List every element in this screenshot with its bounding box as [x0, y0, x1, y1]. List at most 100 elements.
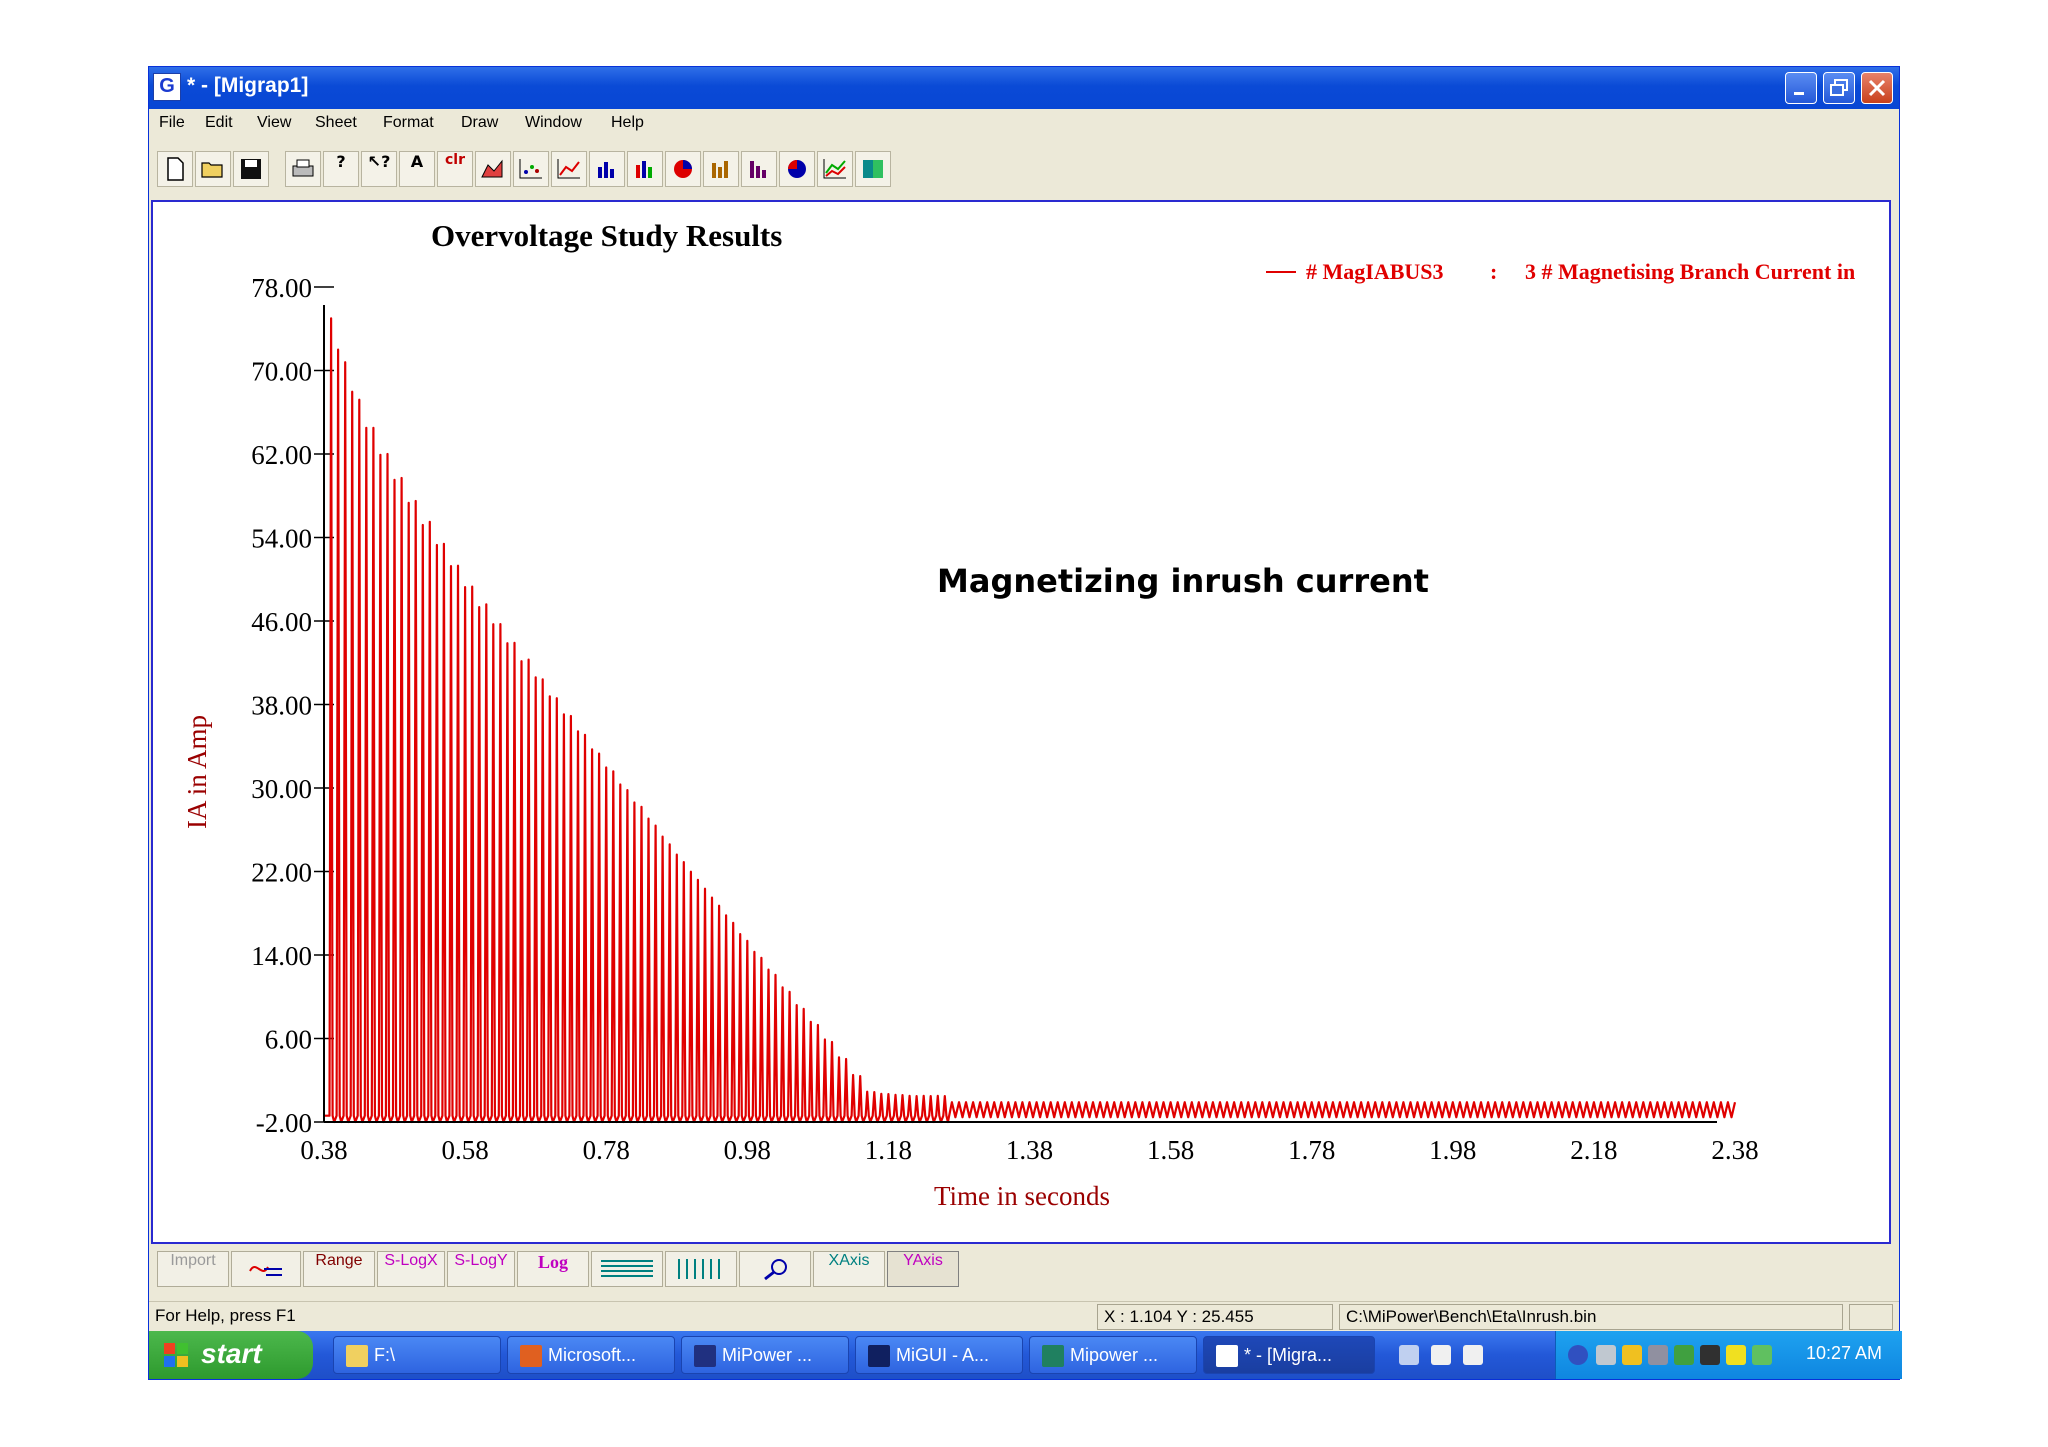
new-doc-icon[interactable]	[157, 151, 193, 187]
clr-button[interactable]: clr	[437, 151, 473, 187]
y-tick-label: -2.00	[256, 1108, 312, 1138]
vertical-grid-button[interactable]	[665, 1251, 737, 1287]
restore-button[interactable]	[1823, 72, 1855, 104]
main-toolbar: ? ↖? A clr	[157, 151, 919, 187]
sync-icon[interactable]	[1674, 1345, 1694, 1365]
pie-chart-icon[interactable]	[665, 151, 701, 187]
menu-sheet[interactable]: Sheet	[315, 114, 357, 132]
x-axis-ticks: 0.38 0.58 0.78 0.98 1.18 1.38 1.58 1.78 1.98 2.18…	[300, 1135, 1758, 1165]
y-tick-label: 62.00	[251, 440, 312, 470]
minimize-button[interactable]	[1785, 72, 1817, 104]
bar-chart-4-icon[interactable]	[741, 151, 777, 187]
import-button[interactable]: Import	[157, 1251, 229, 1287]
bottom-toolbar: Import Range S-LogX S-LogY Log XAxis YAx…	[157, 1249, 1893, 1289]
network-icon[interactable]	[1648, 1345, 1668, 1365]
tool-icon[interactable]	[1399, 1345, 1419, 1365]
y-tick-label: 30.00	[251, 774, 312, 804]
line-chart-2-icon[interactable]	[817, 151, 853, 187]
chart-area[interactable]: Overvoltage Study Results # MagIABUS3 : …	[151, 200, 1891, 1244]
menu-help[interactable]: Help	[611, 114, 644, 132]
open-folder-icon[interactable]	[195, 151, 231, 187]
x-tick-label: 2.38	[1711, 1135, 1758, 1165]
task-mipower-2[interactable]: Mipower ...	[1029, 1336, 1197, 1374]
print-icon[interactable]	[285, 151, 321, 187]
context-help-icon[interactable]: ↖?	[361, 151, 397, 187]
restore-icon	[1830, 79, 1848, 96]
y-axis-label: IA in Amp	[182, 715, 212, 829]
horizontal-grid-button[interactable]	[591, 1251, 663, 1287]
bar-chart-3-icon[interactable]	[703, 151, 739, 187]
xaxis-button[interactable]: XAxis	[813, 1251, 885, 1287]
task-migui[interactable]: MiGUI - A...	[855, 1336, 1023, 1374]
x-tick-label: 1.38	[1006, 1135, 1053, 1165]
folder-icon	[346, 1345, 368, 1368]
keyboard-icon[interactable]	[1431, 1345, 1451, 1365]
table-icon[interactable]	[855, 151, 891, 187]
y-tick-label: 70.00	[251, 357, 312, 387]
zoom-icon	[764, 1259, 787, 1281]
x-tick-label: 1.78	[1288, 1135, 1335, 1165]
menu-bar: File Edit View Sheet Format Draw Window …	[149, 109, 1899, 137]
menu-file[interactable]: File	[159, 114, 185, 132]
menu-window[interactable]: Window	[525, 114, 582, 132]
app-icon[interactable]: G	[153, 73, 181, 101]
legend-separator: :	[1490, 259, 1497, 284]
x-tick-label: 1.18	[865, 1135, 912, 1165]
network-disconnected-icon[interactable]	[1700, 1345, 1720, 1365]
menu-draw[interactable]: Draw	[461, 114, 498, 132]
slogy-button[interactable]: S-LogY	[447, 1251, 515, 1287]
close-icon	[1868, 79, 1886, 97]
y-tick-label: 78.00	[251, 273, 312, 303]
menu-format[interactable]: Format	[383, 114, 434, 132]
line-chart-icon[interactable]	[551, 151, 587, 187]
task-microsoft[interactable]: Microsoft...	[507, 1336, 675, 1374]
usb-icon[interactable]	[1726, 1345, 1746, 1365]
migrap-icon	[1216, 1345, 1238, 1368]
y-tick-label: 14.00	[251, 941, 312, 971]
menu-edit[interactable]: Edit	[205, 114, 233, 132]
task-migrap[interactable]: * - [Migra...	[1203, 1336, 1375, 1374]
y-tick-label: 46.00	[251, 607, 312, 637]
task-label: * - [Migra...	[1244, 1345, 1333, 1365]
task-mipower[interactable]: MiPower ...	[681, 1336, 849, 1374]
start-label: start	[201, 1338, 262, 1369]
range-button[interactable]: Range	[303, 1251, 375, 1287]
area-chart-icon[interactable]	[475, 151, 511, 187]
scatter-chart-icon[interactable]	[513, 151, 549, 187]
chart-annotation: Magnetizing inrush current	[937, 562, 1429, 600]
help-icon[interactable]: ?	[323, 151, 359, 187]
powerpoint-icon	[520, 1345, 542, 1368]
bar-chart-icon[interactable]	[589, 151, 625, 187]
status-file-path: C:\MiPower\Bench\Eta\Inrush.bin	[1339, 1304, 1843, 1330]
chart-title: Overvoltage Study Results	[431, 218, 782, 253]
save-icon[interactable]	[233, 151, 269, 187]
yaxis-button[interactable]: YAxis	[887, 1251, 959, 1287]
task-label: MiGUI - A...	[896, 1345, 990, 1365]
menu-view[interactable]: View	[257, 114, 291, 132]
application-window: G * - [Migrap1] File Edit View Sheet For…	[148, 66, 1902, 1380]
help-tray-icon[interactable]	[1463, 1345, 1483, 1365]
monitor-icon[interactable]	[1596, 1345, 1616, 1365]
text-icon[interactable]: A	[399, 151, 435, 187]
shield-icon[interactable]	[1622, 1345, 1642, 1365]
status-coordinates: X : 1.104 Y : 25.455	[1097, 1304, 1333, 1330]
title-bar[interactable]: G * - [Migrap1]	[149, 67, 1899, 109]
y-axis-ticks: 78.00 70.00 62.00 54.00 46.00 38.00 30.00 22.00…	[251, 273, 334, 1138]
status-extra	[1849, 1304, 1893, 1330]
bar-chart-2-icon[interactable]	[627, 151, 663, 187]
legend-description: 3 # Magnetising Branch Current in	[1525, 259, 1855, 284]
series-line	[324, 317, 1737, 1124]
start-button[interactable]: start	[149, 1331, 313, 1379]
pie-chart-2-icon[interactable]	[779, 151, 815, 187]
zoom-button[interactable]	[739, 1251, 811, 1287]
speaker-icon[interactable]	[1752, 1345, 1772, 1365]
log-button[interactable]: Log	[517, 1251, 589, 1287]
close-button[interactable]	[1861, 72, 1893, 104]
chevron-left-icon[interactable]	[1568, 1345, 1588, 1365]
minimize-icon	[1794, 92, 1804, 95]
chart: Overvoltage Study Results # MagIABUS3 : …	[182, 218, 1855, 1211]
curve-button[interactable]	[231, 1251, 301, 1287]
task-f-drive[interactable]: F:\	[333, 1336, 501, 1374]
slogx-button[interactable]: S-LogX	[377, 1251, 445, 1287]
clock: 10:27 AM	[1806, 1343, 1883, 1363]
